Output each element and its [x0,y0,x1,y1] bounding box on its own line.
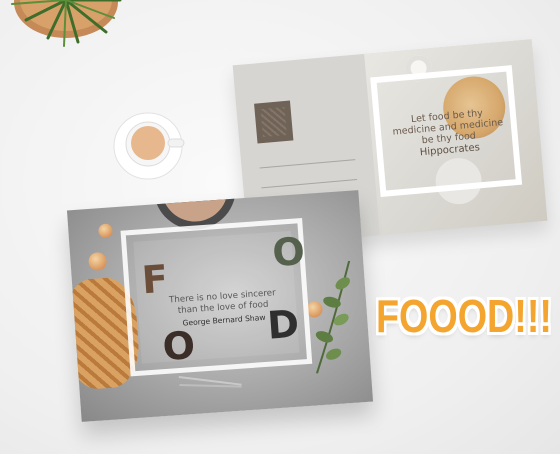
postcard-front: F O O D There is no love sincerer than t… [66,190,374,422]
letter-o-green: O [270,229,307,276]
letter-d: D [265,301,301,348]
letter-f: F [140,256,170,303]
headline-title: FOOOD!!! [376,290,552,342]
address-line [259,159,356,169]
coffee-cup-icon [113,112,185,180]
back-quote-text: Let food be thy medicine and medicine be… [392,107,504,147]
mockup-scene: Let food be thy medicine and medicine be… [0,0,560,454]
apple-icon [98,223,113,239]
letter-o-dark: O [161,322,197,370]
potted-plant-icon [11,0,122,47]
address-line [261,179,358,189]
stamp-icon [254,100,294,144]
apple-icon [87,251,108,272]
